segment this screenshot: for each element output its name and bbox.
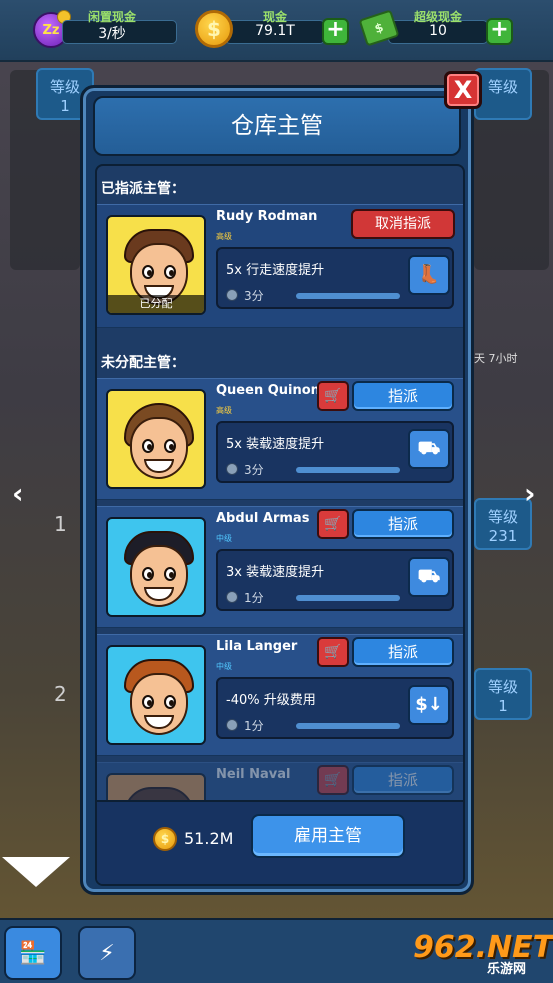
skill-text: 3x 装载速度提升 <box>226 565 325 580</box>
skill-text: 5x 装载速度提升 <box>226 437 325 452</box>
assign-button[interactable]: 指派 <box>352 765 454 795</box>
clock-icon <box>226 463 238 475</box>
skill-text: -40% 升级费用 <box>226 693 316 708</box>
skill-text: 5x 行走速度提升 <box>226 263 325 278</box>
manager-rank: 中级 <box>216 662 232 671</box>
skill-duration: 3分 <box>244 463 264 477</box>
coin-icon: $ <box>195 10 233 48</box>
skill-duration: 3分 <box>244 289 264 303</box>
coin-icon: $ <box>153 827 177 851</box>
cooldown-bar <box>296 293 400 299</box>
next-arrow-button[interactable]: › <box>524 477 536 510</box>
manager-portrait-queen <box>106 389 206 489</box>
warehouse-manager-dialog: 仓库主管 已指派主管： 已分配 Rudy Rodman 高级 取消指派 5x 行… <box>80 85 474 895</box>
manager-rank: 高级 <box>216 232 232 241</box>
manager-list[interactable]: 已指派主管： 已分配 Rudy Rodman 高级 取消指派 5x 行走速度提升… <box>95 164 465 886</box>
sell-cart-button[interactable]: 🛒 <box>317 381 349 411</box>
add-super-cash-button[interactable]: + <box>486 18 513 45</box>
cooldown-bar <box>296 595 400 601</box>
manager-name: Rudy Rodman <box>216 209 318 224</box>
previous-arrow-button[interactable]: ‹ <box>12 477 24 510</box>
hire-cost: 51.2M <box>184 829 234 848</box>
watermark-logo: 962.NET 乐游网 <box>413 930 553 977</box>
skill-panel: 5x 装载速度提升 3分 ⛟ <box>216 421 454 483</box>
manager-rank: 高级 <box>216 406 232 415</box>
clock-icon <box>226 289 238 301</box>
manager-portrait-rudy: 已分配 <box>106 215 206 315</box>
sell-cart-button[interactable]: 🛒 <box>317 509 349 539</box>
dialog-title: 仓库主管 <box>93 96 461 156</box>
manager-name: Lila Langer <box>216 639 298 654</box>
manager-rank: 中级 <box>216 534 232 543</box>
shop-icon: 🏪 <box>19 940 47 966</box>
shop-button[interactable]: 🏪 <box>4 926 62 980</box>
assigned-manager-card: 已分配 Rudy Rodman 高级 取消指派 5x 行走速度提升 3分 👢 <box>97 204 463 328</box>
cart-load-icon: ⛟ <box>408 429 450 469</box>
sell-cart-button[interactable]: 🛒 <box>317 637 349 667</box>
close-button[interactable]: X <box>444 71 482 109</box>
level-badge-right-low[interactable]: 等级 1 <box>474 668 532 720</box>
unassigned-section-label: 未分配主管： <box>101 355 185 371</box>
list-item: Abdul Armas 中级 🛒 指派 3x 装载速度提升 1分 ⛟ <box>97 506 463 628</box>
sell-cart-button[interactable]: 🛒 <box>317 765 349 795</box>
manager-portrait-lila <box>106 645 206 745</box>
boost-button[interactable]: ⚡ <box>78 926 136 980</box>
skill-panel: -40% 升级费用 1分 $↓ <box>216 677 454 739</box>
skill-duration: 1分 <box>244 719 264 733</box>
cart-load-icon: ⛟ <box>408 557 450 597</box>
idle-cash-display: 闲置现金 3/秒 <box>62 10 177 46</box>
unassign-button[interactable]: 取消指派 <box>351 209 455 239</box>
skill-duration: 1分 <box>244 591 264 605</box>
shaft-number-1: 1 <box>54 512 67 536</box>
cooldown-bar <box>296 723 400 729</box>
collapse-arrow-icon[interactable] <box>2 857 70 887</box>
assigned-tag: 已分配 <box>108 295 204 313</box>
boot-icon: 👢 <box>417 264 441 285</box>
walk-speed-skill-button[interactable]: 👢 <box>408 255 450 295</box>
manager-name: Neil Naval <box>216 767 291 782</box>
cooldown-bar <box>296 467 400 473</box>
hire-manager-button[interactable]: 雇用主管 <box>251 814 405 858</box>
shaft-number-2: 2 <box>54 682 67 706</box>
dollar-down-icon: $↓ <box>408 685 450 725</box>
manager-portrait-abdul <box>106 517 206 617</box>
add-cash-button[interactable]: + <box>322 18 349 45</box>
resource-bar: Zz 闲置现金 3/秒 现金 79.1T $ + 超级现金 10 $ + <box>0 0 553 62</box>
level-badge-right-top[interactable]: 等级 <box>474 68 532 120</box>
skill-panel: 3x 装载速度提升 1分 ⛟ <box>216 549 454 611</box>
assign-button[interactable]: 指派 <box>352 509 454 539</box>
super-cash-display: 超级现金 10 <box>388 10 488 46</box>
hire-footer: $ 51.2M 雇用主管 <box>97 800 463 884</box>
assign-button[interactable]: 指派 <box>352 381 454 411</box>
timer-text: 天 7小时 <box>474 352 518 365</box>
list-item: Lila Langer 中级 🛒 指派 -40% 升级费用 1分 $↓ <box>97 634 463 756</box>
lightning-icon: ⚡ <box>99 940 115 966</box>
skill-panel: 5x 行走速度提升 3分 👢 <box>216 247 454 309</box>
clock-icon <box>226 591 238 603</box>
list-item: Queen Quinonez 高级 🛒 指派 5x 装载速度提升 3分 ⛟ <box>97 378 463 500</box>
clock-icon <box>226 719 238 731</box>
cash-display: 现金 79.1T <box>225 10 325 46</box>
assign-button[interactable]: 指派 <box>352 637 454 667</box>
assigned-section-label: 已指派主管： <box>101 181 185 197</box>
manager-name: Abdul Armas <box>216 511 310 526</box>
